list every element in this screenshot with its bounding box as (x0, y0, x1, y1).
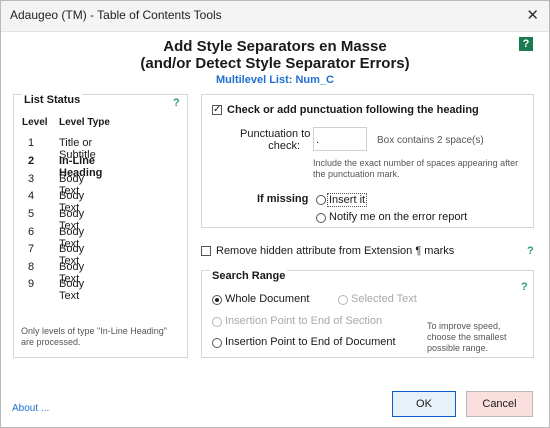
list-status-help-icon[interactable]: ? (173, 97, 180, 109)
whole-document-label: Whole Document (225, 293, 310, 305)
dialog-heading: Add Style Separators en Masse (163, 38, 387, 55)
level-number: 2 (28, 155, 35, 167)
level-number: 5 (28, 208, 35, 220)
selected-text-radio[interactable] (338, 295, 348, 305)
remove-hidden-help-icon[interactable]: ? (527, 245, 534, 257)
list-status-title: List Status (22, 94, 83, 106)
selected-text-label: Selected Text (351, 293, 417, 305)
check-punctuation-checkbox[interactable]: ✓ (212, 105, 222, 115)
box-spaces-info: Box contains 2 space(s) (377, 135, 484, 146)
level-number: 4 (28, 190, 35, 202)
level-number: 6 (28, 226, 35, 238)
search-range-help-icon[interactable]: ? (521, 281, 528, 293)
title-bar: Adaugeo (TM) - Table of Contents Tools ✕ (1, 1, 549, 32)
multilevel-list-label: Multilevel List: Num_C (216, 74, 334, 86)
close-icon[interactable]: ✕ (526, 6, 539, 24)
ip-end-section-radio[interactable] (212, 317, 222, 327)
help-icon[interactable]: ? (519, 37, 533, 51)
insert-it-radio[interactable] (316, 195, 326, 205)
level-number: 9 (28, 278, 35, 290)
if-missing-label: If missing (257, 193, 309, 205)
punctuation-label: Punctuation to check: (240, 128, 311, 152)
ip-end-document-radio[interactable] (212, 338, 222, 348)
insert-it-label: Insert it (327, 193, 368, 207)
ip-end-section-label: Insertion Point to End of Section (225, 315, 383, 327)
punctuation-input[interactable]: . (313, 127, 367, 151)
ok-button[interactable]: OK (392, 391, 456, 417)
whole-document-radio[interactable] (212, 295, 222, 305)
ip-end-document-label: Insertion Point to End of Document (225, 336, 396, 348)
search-range-title: Search Range (210, 270, 288, 282)
level-number: 7 (28, 243, 35, 255)
dialog-subheading: (and/or Detect Style Separator Errors) (140, 55, 410, 72)
window-title: Adaugeo (TM) - Table of Contents Tools (10, 8, 222, 22)
dialog-window: Adaugeo (TM) - Table of Contents Tools ✕… (0, 0, 550, 428)
cancel-button[interactable]: Cancel (466, 391, 533, 417)
level-column-header: Level (22, 117, 48, 128)
level-number: 3 (28, 173, 35, 185)
notify-me-label: Notify me on the error report (329, 211, 468, 223)
check-punctuation-label: Check or add punctuation following the h… (227, 104, 479, 116)
notify-me-radio[interactable] (316, 213, 326, 223)
search-range-hint: To improve speed, choose the smallest po… (427, 321, 507, 353)
list-status-note: Only levels of type "In-Line Heading" ar… (21, 326, 167, 347)
punctuation-hint: Include the exact number of spaces appea… (313, 158, 519, 179)
remove-hidden-checkbox[interactable] (201, 246, 211, 256)
level-number: 1 (28, 137, 35, 149)
level-type: Body Text (59, 278, 85, 302)
level-number: 8 (28, 261, 35, 273)
list-status-panel: List Status (13, 94, 188, 358)
remove-hidden-label: Remove hidden attribute from Extension ¶… (216, 245, 455, 257)
about-link[interactable]: About ... (12, 403, 49, 414)
level-type-column-header: Level Type (59, 117, 110, 128)
